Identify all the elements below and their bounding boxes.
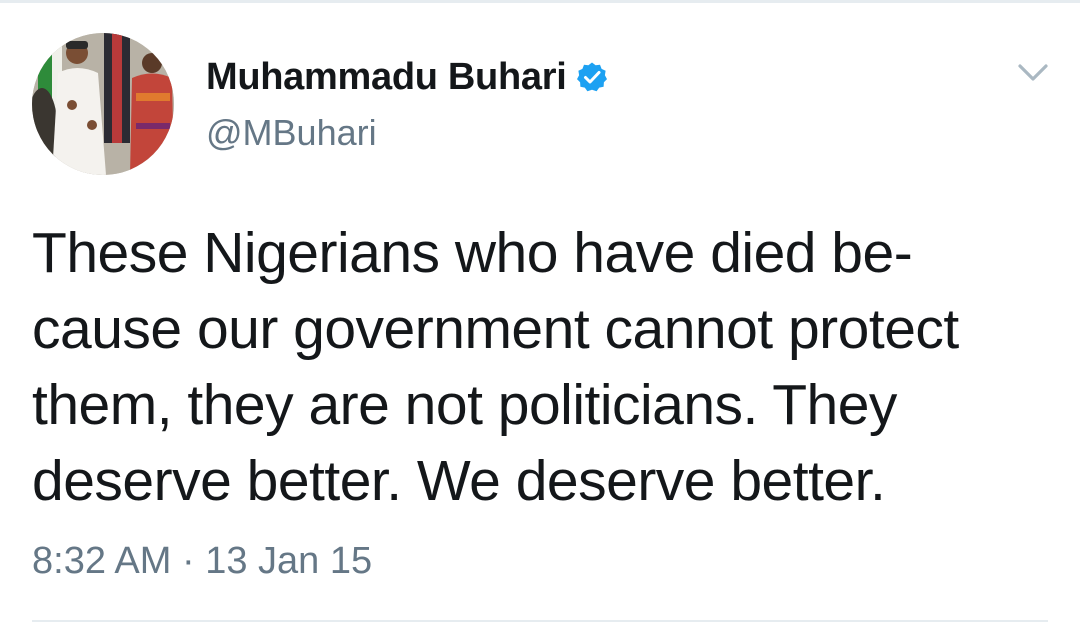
avatar-photo xyxy=(32,33,174,175)
tweet-text-line: These Nigerians who have died be- xyxy=(32,221,913,285)
tweet-text: These Nigerians who have died be- cause … xyxy=(32,215,1062,519)
tweet-text-line: them, they are not politicians. They xyxy=(32,373,897,437)
author-name-row[interactable]: Muhammadu Buhari xyxy=(206,55,608,99)
chevron-down-icon[interactable] xyxy=(1016,60,1050,86)
user-handle[interactable]: @MBuhari xyxy=(206,112,377,154)
tweet-text-line: cause our government cannot protect xyxy=(32,297,959,361)
display-name[interactable]: Muhammadu Buhari xyxy=(206,56,567,99)
tweet-timestamp[interactable]: 8:32 AM · 13 Jan 15 xyxy=(32,540,372,583)
tweet-text-line: deserve better. We deserve better. xyxy=(32,449,886,513)
verified-badge-icon xyxy=(577,62,608,92)
bottom-divider xyxy=(32,620,1048,622)
top-divider xyxy=(0,0,1080,3)
avatar[interactable] xyxy=(32,33,174,175)
